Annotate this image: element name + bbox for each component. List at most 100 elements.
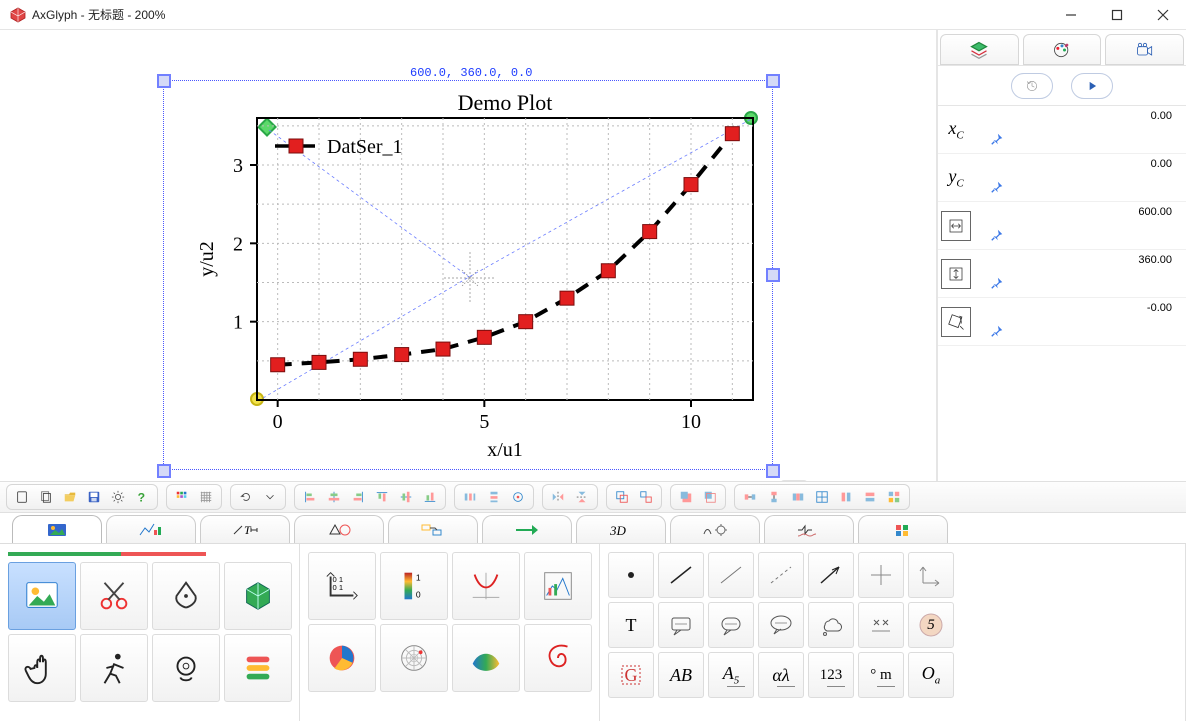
sym-a5[interactable]: A5	[708, 652, 754, 698]
sym-text[interactable]: T	[608, 602, 654, 648]
align-top-button[interactable]	[371, 487, 393, 507]
property-value-area[interactable]: 0.00	[974, 154, 1186, 201]
tool-colorbar[interactable]: 10	[380, 552, 448, 620]
tool-chart-wiz[interactable]	[524, 552, 592, 620]
dist-center-button[interactable]	[507, 487, 529, 507]
tool-list[interactable]	[224, 634, 292, 702]
save-button[interactable]	[83, 487, 105, 507]
tool-pie[interactable]	[308, 624, 376, 692]
space-btn-2[interactable]	[763, 487, 785, 507]
sym-ab[interactable]: AB	[658, 652, 704, 698]
sym-alpha[interactable]: αλ	[758, 652, 804, 698]
right-tab-layers[interactable]	[940, 34, 1019, 65]
ribbon-tab-color[interactable]	[858, 515, 948, 543]
sym-line-thin[interactable]	[708, 552, 754, 598]
tool-pen[interactable]	[152, 562, 220, 630]
play-button[interactable]	[1071, 73, 1113, 99]
ribbon-tab-misc[interactable]	[670, 515, 760, 543]
chart[interactable]: Demo Plot0510123x/u1y/u2DatSer_1	[195, 92, 775, 462]
space-btn-1[interactable]	[739, 487, 761, 507]
sym-arrow[interactable]	[808, 552, 854, 598]
sym-degree[interactable]: ° m	[858, 652, 904, 698]
tool-radar[interactable]	[380, 624, 448, 692]
space-btn-6[interactable]	[859, 487, 881, 507]
copy-button[interactable]	[35, 487, 57, 507]
sym-cancel-xx[interactable]	[858, 602, 904, 648]
align-middle-v-button[interactable]	[395, 487, 417, 507]
property-value-area[interactable]: 360.00	[974, 250, 1186, 297]
tool-cut[interactable]	[80, 562, 148, 630]
new-button[interactable]	[11, 487, 33, 507]
sym-123[interactable]: 123	[808, 652, 854, 698]
property-value-area[interactable]: 0.00	[974, 106, 1186, 153]
window-close-button[interactable]	[1140, 0, 1186, 30]
pin-icon[interactable]	[990, 132, 1004, 149]
sym-callout-round[interactable]	[708, 602, 754, 648]
space-btn-4[interactable]	[811, 487, 833, 507]
right-tab-style[interactable]	[1023, 34, 1102, 65]
grid-colors-button[interactable]	[171, 487, 193, 507]
sym-callout-rect[interactable]	[658, 602, 704, 648]
rotate-button[interactable]	[235, 487, 257, 507]
ribbon-tab-image[interactable]	[12, 515, 102, 543]
ribbon-tab-flow[interactable]	[388, 515, 478, 543]
ribbon-tab-chart[interactable]	[106, 515, 196, 543]
tool-spiral[interactable]	[524, 624, 592, 692]
sym-corner-arrow[interactable]	[908, 552, 954, 598]
order-back-button[interactable]	[699, 487, 721, 507]
property-value-area[interactable]: 600.00	[974, 202, 1186, 249]
order-front-button[interactable]	[675, 487, 697, 507]
settings-button[interactable]	[107, 487, 129, 507]
canvas-area[interactable]: 600.0, 360.0, 0.0 Demo Plot051	[0, 30, 938, 481]
ungroup-button[interactable]	[635, 487, 657, 507]
history-back-button[interactable]	[1011, 73, 1053, 99]
pin-icon[interactable]	[990, 180, 1004, 197]
ribbon-tab-3d[interactable]: 3D	[576, 515, 666, 543]
help-button[interactable]: ?	[131, 487, 153, 507]
space-btn-7[interactable]	[883, 487, 905, 507]
sym-dot[interactable]	[608, 552, 654, 598]
space-btn-5[interactable]	[835, 487, 857, 507]
sym-line-solid[interactable]	[658, 552, 704, 598]
group-button[interactable]	[611, 487, 633, 507]
window-maximize-button[interactable]	[1094, 0, 1140, 30]
tool-run[interactable]	[80, 634, 148, 702]
align-right-button[interactable]	[347, 487, 369, 507]
sym-cross[interactable]	[858, 552, 904, 598]
sym-line-dash[interactable]	[758, 552, 804, 598]
property-value-area[interactable]: -0.00	[974, 298, 1186, 345]
open-button[interactable]	[59, 487, 81, 507]
flip-v-button[interactable]	[571, 487, 593, 507]
align-bottom-button[interactable]	[419, 487, 441, 507]
tool-axes-01[interactable]: 0 10 1	[308, 552, 376, 620]
flip-h-button[interactable]	[547, 487, 569, 507]
align-left-button[interactable]	[299, 487, 321, 507]
sym-oa[interactable]: Oa	[908, 652, 954, 698]
align-center-h-button[interactable]	[323, 487, 345, 507]
sym-callout-cloud[interactable]	[808, 602, 854, 648]
tool-cube[interactable]	[224, 562, 292, 630]
pin-icon[interactable]	[990, 228, 1004, 245]
tool-parabola[interactable]	[452, 552, 520, 620]
ribbon-tab-arrow[interactable]	[482, 515, 572, 543]
snap-toggle[interactable]	[195, 487, 217, 507]
sym-circ-5[interactable]: 5	[908, 602, 954, 648]
right-tab-camera[interactable]	[1105, 34, 1184, 65]
dist-v-button[interactable]	[483, 487, 505, 507]
sym-g-box[interactable]: G	[608, 652, 654, 698]
ribbon-tab-line[interactable]: T	[200, 515, 290, 543]
ribbon-tab-shapes[interactable]	[294, 515, 384, 543]
tool-image[interactable]	[8, 562, 76, 630]
space-btn-3[interactable]	[787, 487, 809, 507]
ribbon-tab-elec[interactable]	[764, 515, 854, 543]
dist-h-button[interactable]	[459, 487, 481, 507]
chart-settings-button[interactable]	[780, 480, 808, 481]
tool-gear-head[interactable]	[152, 634, 220, 702]
window-minimize-button[interactable]	[1048, 0, 1094, 30]
rotate-dropdown[interactable]	[259, 487, 281, 507]
pin-icon[interactable]	[990, 276, 1004, 293]
pin-icon[interactable]	[990, 324, 1004, 341]
sym-callout-ellipse[interactable]	[758, 602, 804, 648]
tool-surface[interactable]	[452, 624, 520, 692]
tool-hand[interactable]	[8, 634, 76, 702]
